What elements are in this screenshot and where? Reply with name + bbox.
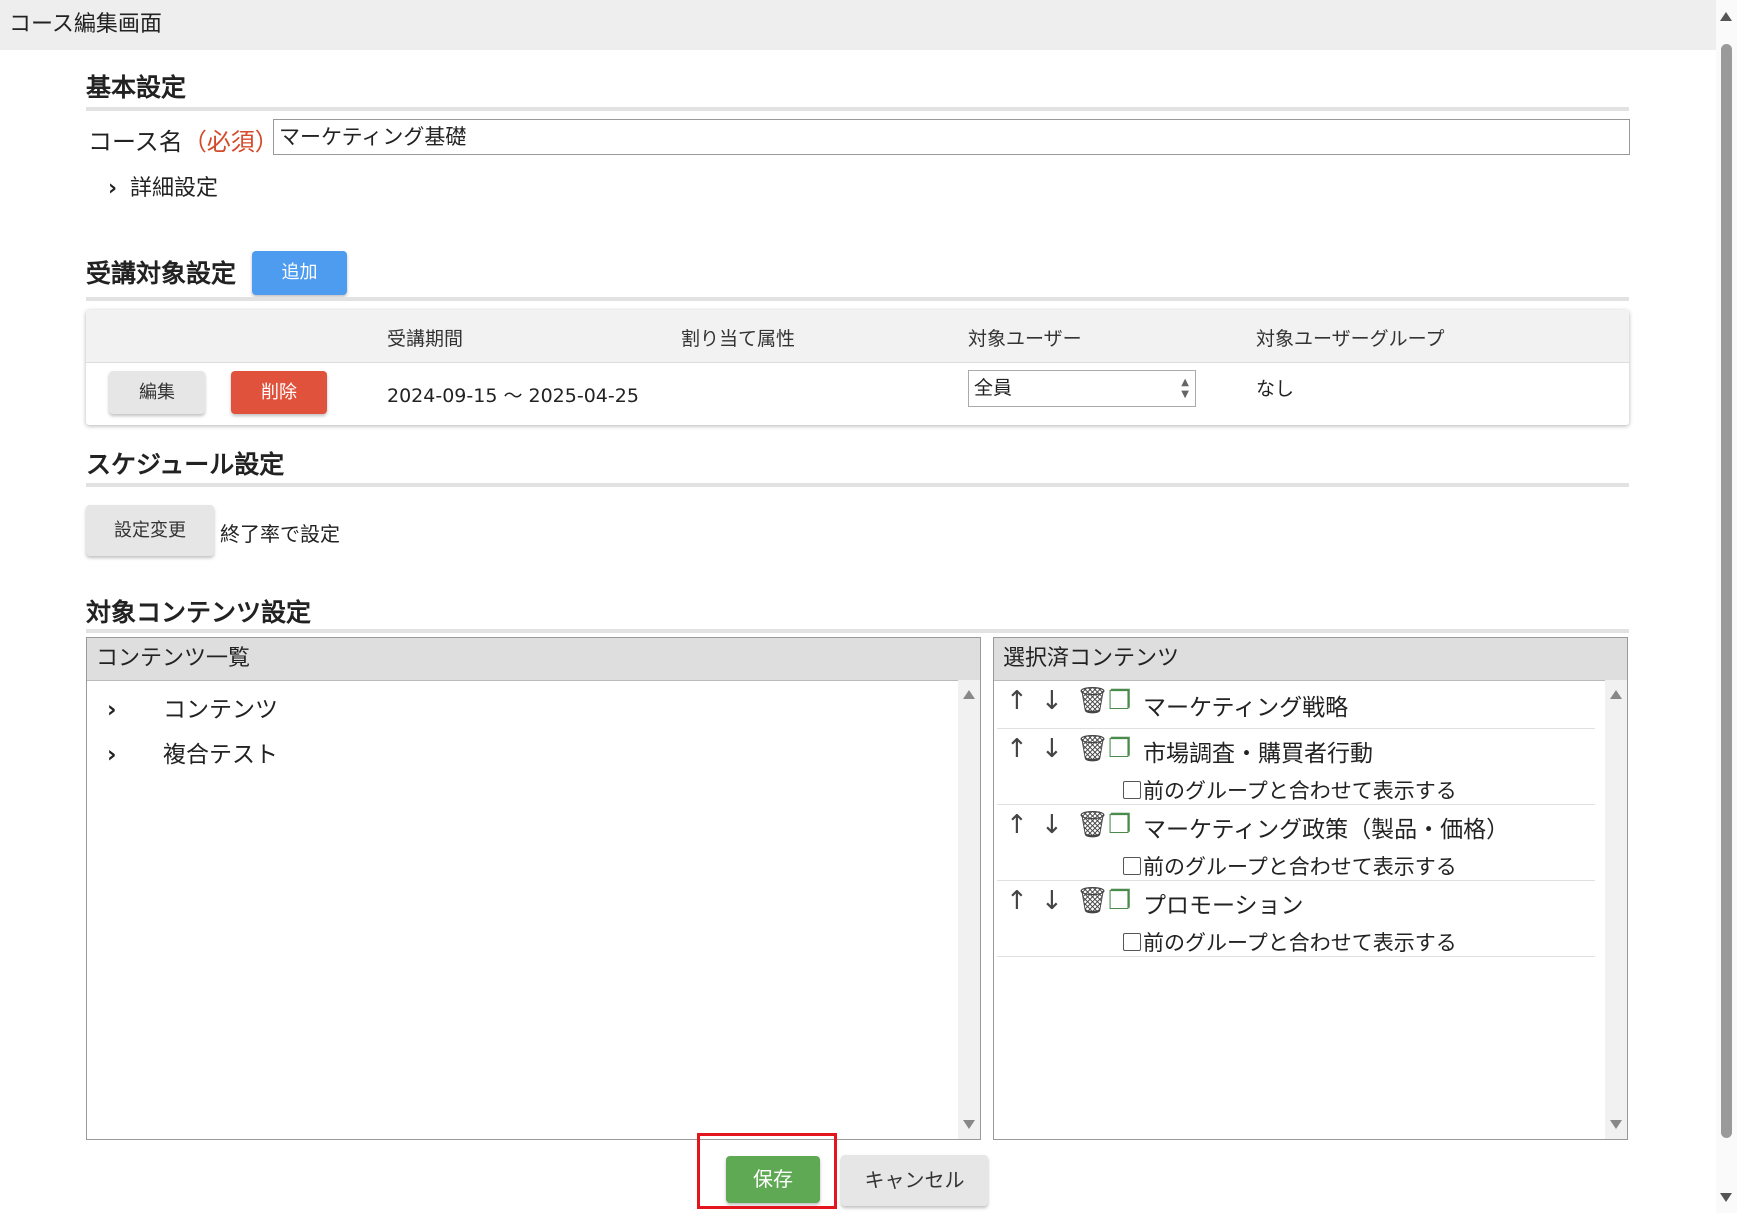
section-divider (86, 297, 1629, 301)
move-up-arrow-icon[interactable]: ↑ (1006, 686, 1028, 716)
required-marker: （必須） (182, 128, 279, 156)
scroll-down-arrow-icon[interactable] (963, 1120, 975, 1129)
course-name-label-text: コース名 (88, 128, 183, 156)
selected-content-row: ↑ ↓ 🗑 ❐ 市場調査・購買者行動 前のグループと合わせて表示する (997, 728, 1595, 805)
move-down-arrow-icon[interactable]: ↓ (1041, 734, 1063, 764)
move-up-arrow-icon[interactable]: ↑ (1006, 810, 1028, 840)
section-divider (86, 483, 1629, 487)
chevron-right-icon: › (107, 742, 117, 768)
tree-item-label: 複合テスト (163, 742, 278, 768)
tree-item-composite-test[interactable]: › 複合テスト (99, 735, 278, 769)
scroll-up-arrow-icon[interactable] (1610, 690, 1622, 699)
scroll-up-arrow-icon[interactable] (963, 690, 975, 699)
highlight-box (697, 1133, 837, 1209)
selected-content-scrollbar[interactable] (1605, 680, 1627, 1139)
target-settings-heading: 受講対象設定 (86, 259, 237, 288)
tree-item-contents[interactable]: › コンテンツ (99, 690, 278, 724)
content-list-scrollbar[interactable] (958, 680, 980, 1139)
cancel-button[interactable]: キャンセル (841, 1155, 988, 1206)
content-group-icon: ❐ (1108, 810, 1132, 840)
combine-with-previous-checkbox[interactable]: 前のグループと合わせて表示する (1123, 851, 1457, 881)
combine-with-previous-label: 前のグループと合わせて表示する (1143, 855, 1457, 879)
column-header-attribute: 割り当て属性 (681, 328, 796, 350)
checkbox-icon[interactable] (1123, 781, 1141, 799)
add-target-button[interactable]: 追加 (252, 251, 347, 295)
column-header-target-user: 対象ユーザー (968, 328, 1082, 350)
target-user-select-value: 全員 (974, 377, 1013, 399)
selected-content-row: ↑ ↓ 🗑 ❐ プロモーション 前のグループと合わせて表示する (997, 880, 1595, 957)
course-name-input[interactable]: マーケティング基礎 (273, 119, 1630, 155)
scroll-up-arrow-icon[interactable] (1720, 12, 1732, 21)
combine-with-previous-checkbox[interactable]: 前のグループと合わせて表示する (1123, 927, 1457, 957)
section-divider (86, 107, 1629, 111)
move-down-arrow-icon[interactable]: ↓ (1041, 810, 1063, 840)
move-up-arrow-icon[interactable]: ↑ (1006, 734, 1028, 764)
move-down-arrow-icon[interactable]: ↓ (1041, 886, 1063, 916)
spinner-arrows-icon[interactable]: ▲ ▼ (1181, 377, 1189, 401)
trash-icon[interactable]: 🗑 (1076, 886, 1109, 916)
scroll-down-arrow-icon[interactable] (1720, 1193, 1732, 1202)
course-name-label: コース名（必須） (88, 122, 279, 157)
content-group-icon: ❐ (1108, 686, 1132, 716)
combine-with-previous-label: 前のグループと合わせて表示する (1143, 779, 1457, 803)
column-header-period: 受講期間 (387, 328, 464, 350)
selected-content-title: 市場調査・購買者行動 (1143, 741, 1373, 767)
move-up-arrow-icon[interactable]: ↑ (1006, 886, 1028, 916)
selected-content-row: ↑ ↓ 🗑 ❐ マーケティング戦略 (997, 682, 1595, 729)
schedule-status-text: 終了率で設定 (220, 522, 340, 546)
basic-settings-heading: 基本設定 (86, 73, 187, 102)
target-user-select[interactable]: 全員 ▲ ▼ (968, 370, 1196, 407)
selected-content-title: マーケティング戦略 (1143, 695, 1349, 721)
selected-content-panel: 選択済コンテンツ ↑ ↓ 🗑 ❐ マーケティング戦略 ↑ ↓ 🗑 ❐ 市場調査・… (993, 637, 1628, 1140)
delete-button[interactable]: 削除 (231, 371, 327, 414)
trash-icon[interactable]: 🗑 (1076, 810, 1109, 840)
combine-with-previous-checkbox[interactable]: 前のグループと合わせて表示する (1123, 775, 1457, 805)
content-group-icon: ❐ (1108, 734, 1132, 764)
scroll-down-arrow-icon[interactable] (1610, 1120, 1622, 1129)
selected-content-title: プロモーション (1143, 893, 1304, 919)
detail-settings-label: 詳細設定 (130, 176, 219, 201)
section-divider (86, 629, 1629, 633)
window-title: コース編集画面 (0, 0, 1716, 50)
content-list-panel: コンテンツ一覧 › コンテンツ › 複合テスト (86, 637, 981, 1140)
tree-item-label: コンテンツ (163, 697, 278, 723)
schedule-settings-heading: スケジュール設定 (86, 450, 285, 479)
combine-with-previous-label: 前のグループと合わせて表示する (1143, 931, 1457, 955)
checkbox-icon[interactable] (1123, 933, 1141, 951)
chevron-right-icon: › (108, 176, 118, 201)
page-scrollbar[interactable] (1716, 0, 1737, 1213)
target-table: 受講期間 割り当て属性 対象ユーザー 対象ユーザーグループ 編集 削除 2024… (86, 310, 1629, 425)
content-list-panel-title: コンテンツ一覧 (87, 638, 980, 681)
selected-content-row: ↑ ↓ 🗑 ❐ マーケティング政策（製品・価格） 前のグループと合わせて表示する (997, 804, 1595, 881)
chevron-right-icon: › (107, 697, 117, 723)
content-group-icon: ❐ (1108, 886, 1132, 916)
schedule-change-button[interactable]: 設定変更 (86, 505, 214, 556)
edit-button[interactable]: 編集 (109, 371, 205, 414)
selected-content-title: マーケティング政策（製品・価格） (1143, 817, 1510, 843)
period-value: 2024-09-15 〜 2025-04-25 (387, 385, 639, 407)
checkbox-icon[interactable] (1123, 857, 1141, 875)
selected-content-panel-title: 選択済コンテンツ (994, 638, 1627, 681)
column-header-target-user-group: 対象ユーザーグループ (1256, 328, 1445, 350)
contents-settings-heading: 対象コンテンツ設定 (86, 598, 312, 627)
trash-icon[interactable]: 🗑 (1076, 734, 1109, 764)
target-table-header: 受講期間 割り当て属性 対象ユーザー 対象ユーザーグループ (86, 310, 1629, 363)
trash-icon[interactable]: 🗑 (1076, 686, 1109, 716)
move-down-arrow-icon[interactable]: ↓ (1041, 686, 1063, 716)
user-group-value: なし (1256, 378, 1295, 400)
detail-settings-toggle[interactable]: › 詳細設定 (108, 170, 218, 202)
scrollbar-thumb[interactable] (1721, 44, 1732, 1138)
